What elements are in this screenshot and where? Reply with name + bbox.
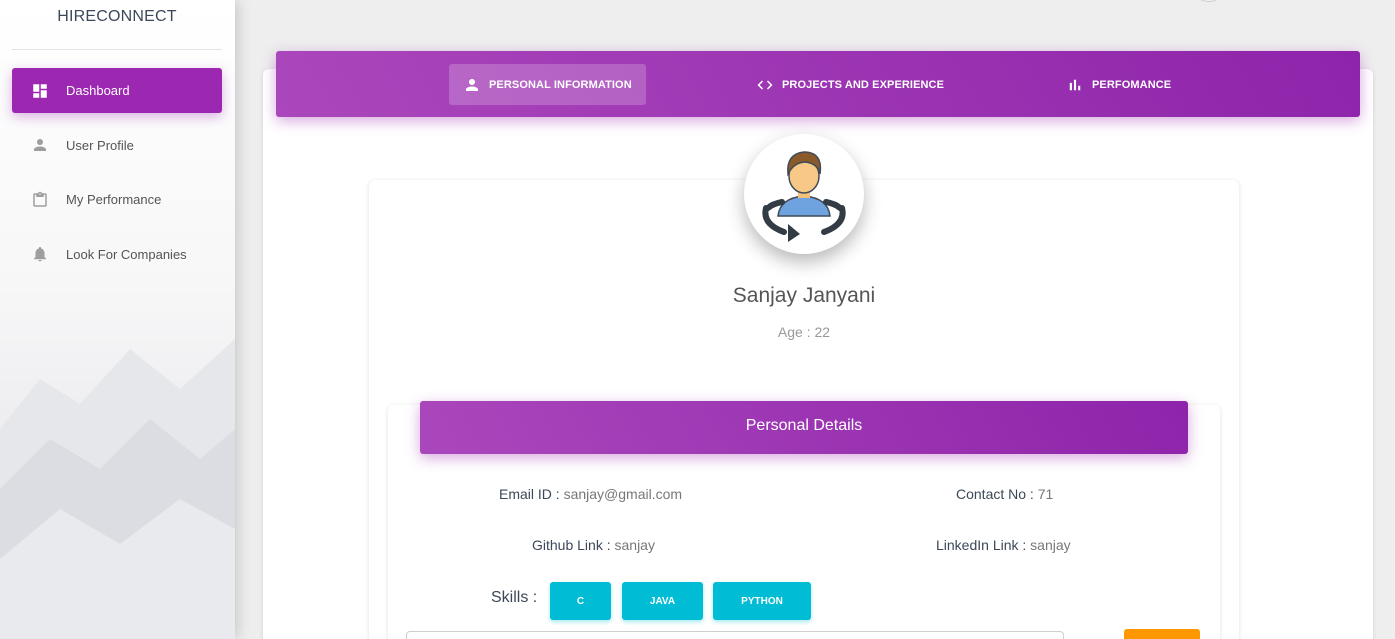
skill-chip-python[interactable]: PYTHON	[713, 582, 811, 620]
code-icon	[756, 76, 774, 94]
user-switch-icon	[762, 151, 846, 242]
profile-name: Sanjay Janyani	[732, 284, 876, 307]
sidebar-item-user-profile[interactable]: User Profile	[12, 123, 222, 168]
sidebar-item-look-for-companies[interactable]: Look For Companies	[12, 232, 222, 277]
email-value: sanjay@gmail.com	[563, 486, 683, 502]
profile-avatar	[744, 134, 864, 254]
bar-chart-icon	[1066, 76, 1084, 94]
tab-projects-and-experience[interactable]: PROJECTS AND EXPERIENCE	[742, 64, 958, 105]
email-label: Email ID :	[499, 486, 564, 502]
user-menu-avatar[interactable]	[1194, 0, 1224, 2]
text-input[interactable]	[406, 631, 1064, 639]
sidebar-item-label: Dashboard	[66, 83, 130, 98]
sidebar-background-image	[0, 339, 235, 639]
sidebar-item-label: Look For Companies	[66, 246, 187, 262]
person-icon	[463, 76, 481, 94]
app-logo[interactable]: HIRECONNECT	[12, 0, 222, 50]
skills-label: Skills :	[491, 589, 538, 606]
clipboard-icon	[30, 190, 50, 210]
profile-tabs: PERSONAL INFORMATION PROJECTS AND EXPERI…	[276, 51, 1360, 117]
tab-label: PROJECTS AND EXPERIENCE	[782, 78, 945, 91]
contact-field: Contact No : 71	[956, 486, 1053, 502]
sidebar-item-label: User Profile	[66, 137, 134, 153]
sidebar-nav: Dashboard User Profile My Performance Lo…	[12, 68, 222, 286]
skill-chip-c[interactable]: C	[550, 582, 611, 620]
linkedin-field: LinkedIn Link : sanjay	[936, 537, 1071, 553]
github-label: Github Link :	[532, 537, 615, 553]
tab-personal-information[interactable]: PERSONAL INFORMATION	[449, 64, 646, 105]
tab-label: PERSONAL INFORMATION	[489, 78, 632, 91]
email-field: Email ID : sanjay@gmail.com	[499, 486, 682, 502]
tab-label: PERFOMANCE	[1092, 78, 1172, 91]
bell-icon	[30, 244, 50, 264]
sidebar-item-dashboard[interactable]: Dashboard	[12, 68, 222, 113]
github-value: sanjay	[614, 537, 655, 553]
personal-details-header: Personal Details	[420, 401, 1188, 454]
dashboard-icon	[30, 81, 50, 101]
sidebar: HIRECONNECT Dashboard User Profile My Pe…	[0, 0, 235, 639]
github-field: Github Link : sanjay	[532, 537, 655, 553]
skill-chip-java[interactable]: JAVA	[622, 582, 703, 620]
contact-label: Contact No :	[956, 486, 1038, 502]
linkedin-label: LinkedIn Link :	[936, 537, 1031, 553]
sidebar-item-my-performance[interactable]: My Performance	[12, 177, 222, 222]
action-button[interactable]	[1124, 629, 1200, 639]
profile-age: Age : 22	[777, 324, 831, 340]
contact-value: 71	[1037, 486, 1054, 502]
linkedin-value: sanjay	[1030, 537, 1071, 553]
sidebar-item-label: My Performance	[66, 192, 162, 207]
person-icon	[30, 135, 50, 155]
tab-performance[interactable]: PERFOMANCE	[1052, 64, 1185, 105]
